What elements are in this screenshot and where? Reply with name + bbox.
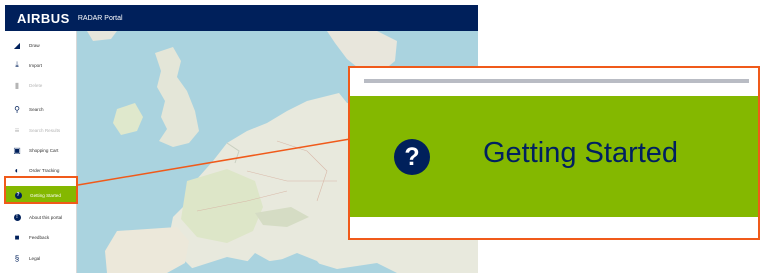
sidebar-item-search-results[interactable]: ≡ Search Results	[5, 121, 77, 139]
sidebar-item-search[interactable]: ⚲ Search	[5, 100, 77, 118]
sidebar-item-about[interactable]: ! About this portal	[5, 208, 77, 226]
search-icon: ⚲	[14, 104, 20, 114]
search-results-icon: ≡	[14, 125, 20, 135]
draw-icon: ◢	[13, 40, 21, 50]
sidebar-item-label: About this portal	[29, 214, 63, 220]
sidebar-item-delete[interactable]: ▮ Delete	[5, 76, 77, 94]
sidebar-item-label: Draw	[29, 42, 40, 48]
feedback-icon: ■	[14, 232, 20, 242]
trash-icon: ▮	[14, 80, 20, 90]
sidebar-item-label: Search Results	[29, 127, 61, 133]
sidebar-item-label: Feedback	[29, 234, 50, 240]
brand-logo[interactable]: AIRBUS	[17, 11, 70, 26]
sidebar-item-shopping-cart[interactable]: ▣ Shopping Cart	[5, 141, 77, 159]
sidebar: ◢ Draw ⤓ Import ▮ Delete ⚲ Search ≡ Sear…	[5, 31, 77, 273]
sidebar-item-label: Delete	[29, 82, 43, 88]
sidebar-item-label: Search	[29, 106, 44, 112]
callout-divider	[364, 79, 749, 83]
sidebar-item-feedback[interactable]: ■ Feedback	[5, 228, 77, 246]
legal-icon: §	[14, 253, 20, 263]
sidebar-item-label: Order Tracking	[29, 167, 60, 173]
product-name: RADAR Portal	[77, 14, 123, 22]
highlight-box	[4, 176, 78, 204]
sidebar-item-legal[interactable]: § Legal	[5, 249, 77, 267]
callout-getting-started-item[interactable]: ? Getting Started	[350, 96, 758, 217]
sidebar-item-draw[interactable]: ◢ Draw	[5, 36, 77, 54]
callout-label: Getting Started	[483, 137, 679, 169]
upload-icon: ⤓	[15, 60, 19, 69]
top-bar: AIRBUS RADAR Portal	[5, 5, 478, 31]
sidebar-item-label: Shopping Cart	[29, 147, 59, 153]
help-icon: ?	[394, 139, 430, 175]
zoom-callout: ? Getting Started	[348, 66, 760, 240]
info-icon: !	[5, 213, 29, 221]
tracking-icon: ◐	[14, 165, 20, 175]
sidebar-item-import[interactable]: ⤓ Import	[5, 56, 77, 74]
sidebar-item-label: Import	[29, 62, 43, 68]
sidebar-item-label: Legal	[29, 255, 41, 261]
cart-icon: ▣	[13, 145, 21, 155]
